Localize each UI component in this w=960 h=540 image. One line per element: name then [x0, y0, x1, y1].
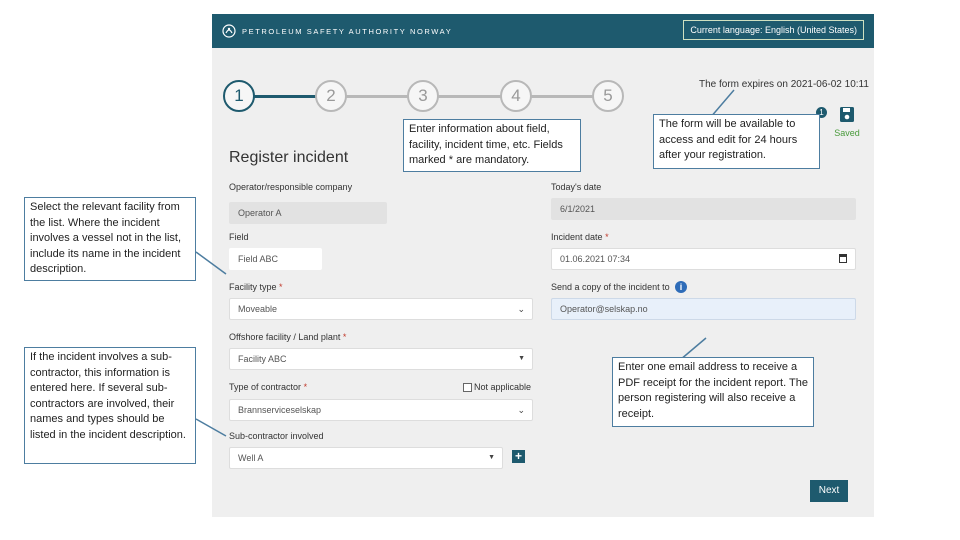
not-applicable-checkbox[interactable]: [463, 383, 472, 392]
caret-down-icon: ▼: [488, 454, 495, 461]
contractor-type-label: Type of contractor *: [229, 382, 308, 392]
saved-label: Saved: [834, 128, 860, 138]
offshore-facility-label: Offshore facility / Land plant *: [229, 332, 347, 342]
facility-type-value: Moveable: [238, 304, 278, 314]
save-disk-icon: [840, 107, 854, 122]
todays-date-field: 6/1/2021: [551, 198, 856, 220]
app-window: PETROLEUM SAFETY AUTHORITY NORWAY Curren…: [212, 14, 874, 517]
step-5[interactable]: 5: [592, 80, 624, 112]
field-label: Field: [229, 232, 249, 242]
language-button[interactable]: Current language: English (United States…: [683, 20, 864, 40]
page-title: Register incident: [229, 149, 349, 166]
facility-type-select[interactable]: Moveable ⌄: [229, 298, 533, 320]
not-applicable-label: Not applicable: [474, 382, 532, 392]
contractor-type-select[interactable]: Brannserviceselskap ⌄: [229, 399, 533, 421]
chevron-down-icon: ⌄: [517, 405, 525, 415]
subcontractor-select[interactable]: Well A ▼: [229, 447, 503, 469]
expiry-notice: The form expires on 2021-06-02 10:11: [699, 79, 869, 90]
offshore-facility-value: Facility ABC: [238, 354, 287, 364]
caret-down-icon: ▼: [518, 355, 525, 362]
facility-type-label: Facility type *: [229, 282, 283, 292]
offshore-facility-select[interactable]: Facility ABC ▼: [229, 348, 533, 370]
incident-date-input[interactable]: 01.06.2021 07:34: [551, 248, 856, 270]
operator-field: Operator A: [229, 202, 387, 224]
brand-logo-icon: [222, 24, 236, 38]
chevron-down-icon: ⌄: [517, 304, 525, 314]
todays-date-label: Today's date: [551, 182, 602, 192]
callout-subcontractor: If the incident involves a sub-contracto…: [24, 347, 196, 464]
step-2[interactable]: 2: [315, 80, 347, 112]
callout-availability: The form will be available to access and…: [653, 114, 820, 169]
top-bar: PETROLEUM SAFETY AUTHORITY NORWAY Curren…: [212, 14, 874, 48]
calendar-icon[interactable]: [839, 254, 847, 263]
contractor-type-value: Brannserviceselskap: [238, 405, 322, 415]
field-input[interactable]: Field ABC: [229, 248, 322, 270]
send-copy-email-input[interactable]: Operator@selskap.no: [551, 298, 856, 320]
callout-email: Enter one email address to receive a PDF…: [612, 357, 814, 427]
subcontractor-value: Well A: [238, 453, 264, 463]
subcontractor-label: Sub-contractor involved: [229, 431, 324, 441]
step-3[interactable]: 3: [407, 80, 439, 112]
operator-label: Operator/responsible company: [229, 182, 353, 192]
incident-date-value: 01.06.2021 07:34: [560, 254, 631, 264]
save-status[interactable]: Saved: [832, 106, 862, 138]
next-button[interactable]: Next: [810, 480, 848, 502]
step-4[interactable]: 4: [500, 80, 532, 112]
callout-facility-select: Select the relevant facility from the li…: [24, 197, 196, 281]
callout-field-info: Enter information about field, facility,…: [403, 119, 581, 172]
progress-stepper: 1 2 3 4 5: [222, 80, 632, 114]
step-1[interactable]: 1: [223, 80, 255, 112]
send-copy-label: Send a copy of the incident to: [551, 282, 670, 292]
brand: PETROLEUM SAFETY AUTHORITY NORWAY: [222, 24, 452, 38]
info-icon[interactable]: i: [675, 281, 687, 293]
brand-name: PETROLEUM SAFETY AUTHORITY NORWAY: [242, 26, 453, 36]
step-connector: [336, 95, 616, 98]
add-subcontractor-button[interactable]: +: [512, 450, 525, 463]
incident-date-label: Incident date *: [551, 232, 609, 242]
